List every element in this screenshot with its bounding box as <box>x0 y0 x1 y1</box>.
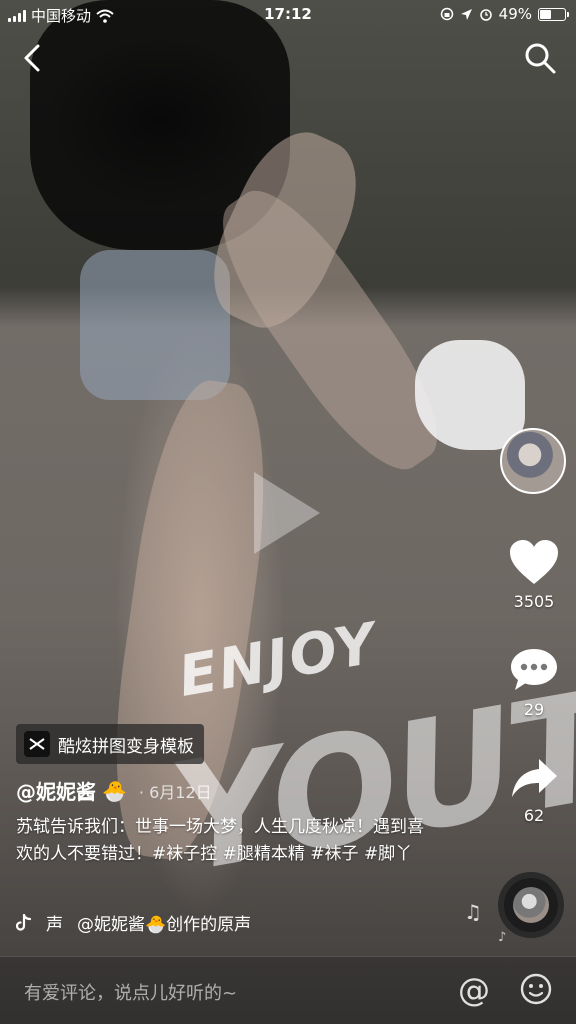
battery-icon <box>538 7 569 21</box>
sound-label: 声 <box>46 915 63 935</box>
template-tag[interactable]: 酷炫拼图变身模板 <box>16 724 204 764</box>
status-right: 49% <box>440 5 569 23</box>
rotation-lock-icon <box>440 7 453 21</box>
capcut-icon <box>24 731 50 757</box>
music-disc-cover <box>513 887 549 923</box>
author-emoji: 🐣 <box>102 778 127 803</box>
heart-icon <box>510 540 558 584</box>
author-name[interactable]: @妮妮酱 <box>16 776 96 805</box>
search-icon[interactable] <box>522 40 558 76</box>
background-shape <box>80 250 230 400</box>
video-screen[interactable]: 中国移动 17:12 49% ENJOY YOUTH! 3505 29 62 酷… <box>0 0 576 1024</box>
comment-button[interactable]: 29 <box>500 646 568 719</box>
like-count: 3505 <box>513 592 555 611</box>
music-note-icon: ♪ <box>498 930 507 945</box>
location-icon <box>460 8 472 20</box>
battery-percent: 49% <box>498 5 532 23</box>
status-bar: 中国移动 17:12 49% <box>0 0 576 30</box>
author-line: @妮妮酱 🐣 · 6月12日 <box>16 776 212 805</box>
comment-count: 29 <box>523 700 545 719</box>
play-icon[interactable] <box>250 468 324 558</box>
share-button[interactable]: 62 <box>500 756 568 825</box>
music-disc[interactable] <box>498 872 564 938</box>
emoji-icon[interactable] <box>520 973 552 1005</box>
comment-bar: 有爱评论，说点儿好听的~ @ <box>0 956 576 1024</box>
music-line[interactable]: 声 @妮妮酱🐣创作的原声 <box>16 910 316 935</box>
template-tag-label: 酷炫拼图变身模板 <box>58 736 194 757</box>
post-date: · 6月12日 <box>138 782 212 802</box>
share-icon <box>512 759 557 797</box>
share-count: 62 <box>523 806 545 825</box>
post-caption[interactable]: 苏轼告诉我们：世事一场大梦，人生几度秋凉！遇到喜欢的人不要错过！#袜子控 #腿精… <box>16 814 436 868</box>
like-button[interactable]: 3505 <box>500 538 568 611</box>
back-icon[interactable] <box>18 40 50 76</box>
comment-input[interactable]: 有爱评论，说点儿好听的~ <box>24 979 237 1005</box>
music-track: @妮妮酱🐣创作的原声 <box>77 915 252 935</box>
music-note-icon: ♫ <box>464 900 482 924</box>
tiktok-icon <box>16 913 32 931</box>
battery-level <box>540 9 552 19</box>
alarm-icon <box>479 9 492 21</box>
at-mention-button[interactable]: @ <box>458 971 490 1009</box>
background-shape <box>415 340 525 450</box>
comment-icon <box>511 649 557 690</box>
creator-avatar[interactable] <box>500 428 566 494</box>
